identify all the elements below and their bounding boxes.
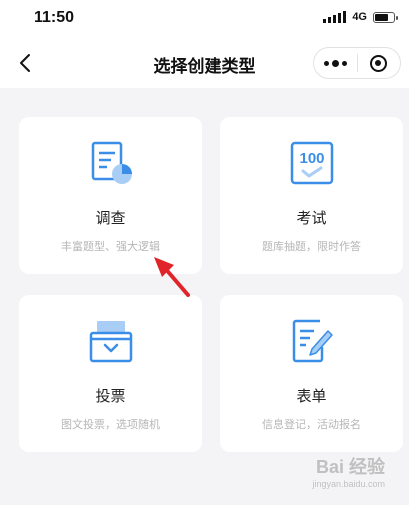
card-title: 表单: [296, 387, 327, 405]
status-time: 11:50: [34, 9, 75, 26]
card-subtitle: 信息登记，活动报名: [262, 418, 361, 431]
card-subtitle: 图文投票，选项随机: [61, 418, 160, 431]
form-edit-doc-icon: [292, 319, 333, 363]
network-type: 4G: [352, 11, 367, 23]
close-circle-icon: [370, 54, 388, 72]
annotation-arrow-icon: [154, 257, 190, 297]
close-button[interactable]: [358, 48, 400, 78]
nav-bar: 选择创建类型: [0, 38, 409, 88]
watermark: Bai 经验 jingyan.baidu.com: [312, 453, 385, 489]
status-indicators: 4G: [323, 11, 398, 23]
watermark-url: jingyan.baidu.com: [312, 479, 385, 489]
survey-doc-chart-icon: [91, 141, 132, 184]
card-title: 考试: [296, 209, 327, 227]
card-form[interactable]: 表单 信息登记，活动报名: [220, 295, 403, 452]
exam-score-100-icon: 100: [290, 141, 334, 185]
svg-text:100: 100: [299, 150, 324, 167]
signal-icon: [323, 11, 347, 23]
more-button[interactable]: [314, 48, 357, 78]
card-exam[interactable]: 100 考试 题库抽题，限时作答: [220, 117, 403, 274]
card-survey[interactable]: 调查 丰富题型、强大逻辑: [19, 117, 202, 274]
battery-icon: [373, 11, 398, 23]
card-subtitle: 题库抽题，限时作答: [262, 240, 361, 253]
mini-program-capsule: [313, 47, 401, 79]
card-title: 调查: [95, 209, 126, 227]
watermark-brand: Bai 经验: [315, 457, 385, 477]
card-vote[interactable]: 投票 图文投票，选项随机: [19, 295, 202, 452]
status-bar: 11:50 4G: [0, 0, 409, 38]
card-subtitle: 丰富题型、强大逻辑: [61, 240, 160, 253]
card-title: 投票: [95, 387, 126, 405]
vote-ballot-box-icon: [89, 321, 133, 363]
